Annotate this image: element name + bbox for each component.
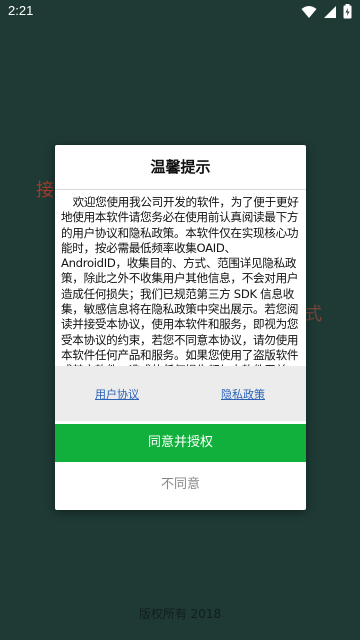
background-text: 接 [36, 180, 54, 201]
dialog-body-text: 欢迎您使用我公司开发的软件，为了便于更好地使用本软件请您务必在使用前认真阅读最下… [61, 195, 299, 393]
user-agreement-link[interactable]: 用户协议 [95, 386, 139, 402]
disagree-button[interactable]: 不同意 [55, 467, 306, 503]
privacy-dialog: 温馨提示 欢迎您使用我公司开发的软件，为了便于更好地使用本软件请您务必在使用前认… [55, 145, 306, 510]
dialog-divider [55, 189, 306, 190]
privacy-policy-link[interactable]: 隐私政策 [221, 386, 265, 402]
dialog-title: 温馨提示 [150, 158, 211, 176]
background-text: 式 [304, 304, 322, 325]
links-bar: 用户协议 隐私政策 [55, 366, 306, 421]
copyright-text: 版权所有 2018 [138, 607, 222, 621]
agree-button[interactable]: 同意并授权 [55, 424, 306, 462]
